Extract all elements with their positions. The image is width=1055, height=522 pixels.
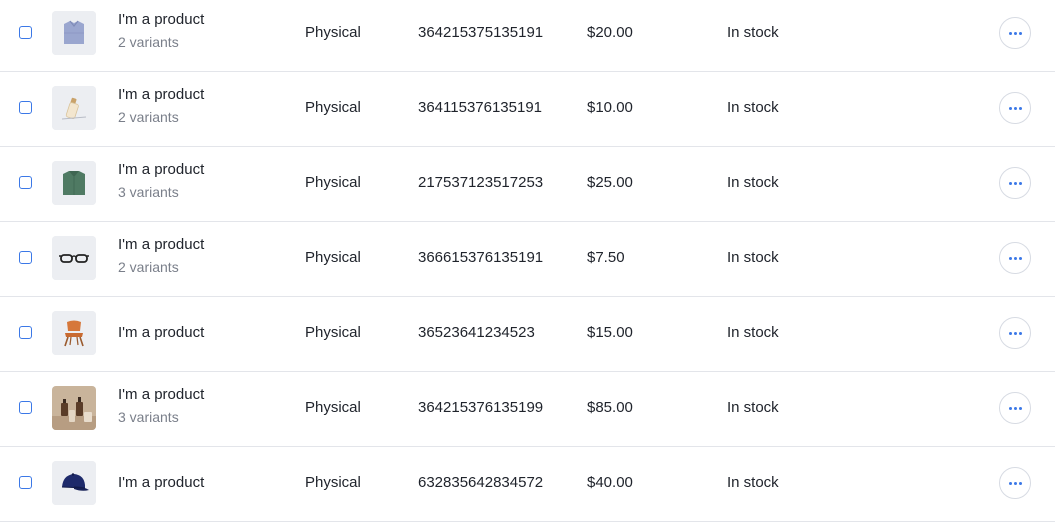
table-row[interactable]: I'm a product 3 variants Physical 217537…: [0, 147, 1055, 222]
product-sku: 364215376135199: [418, 399, 544, 416]
row-checkbox[interactable]: [19, 101, 32, 114]
row-checkbox[interactable]: [19, 251, 32, 264]
more-actions-button[interactable]: [999, 467, 1031, 499]
product-variants: 2 variants: [118, 109, 179, 125]
product-name[interactable]: I'm a product: [118, 235, 204, 255]
product-stock: In stock: [727, 24, 779, 41]
product-name-block: I'm a product 3 variants: [118, 160, 204, 202]
product-price: $7.50: [587, 249, 625, 266]
product-name[interactable]: I'm a product: [118, 385, 204, 405]
product-stock: In stock: [727, 324, 779, 341]
product-thumbnail[interactable]: [52, 161, 96, 205]
folded-shirt-image: [52, 11, 96, 55]
row-checkbox[interactable]: [19, 26, 32, 39]
more-actions-button[interactable]: [999, 242, 1031, 274]
product-type: Physical: [305, 324, 361, 341]
product-price: $10.00: [587, 99, 633, 116]
product-name[interactable]: I'm a product: [118, 10, 204, 30]
product-type: Physical: [305, 24, 361, 41]
product-sku: 36523641234523: [418, 324, 535, 341]
row-checkbox[interactable]: [19, 326, 32, 339]
table-row[interactable]: I'm a product 2 variants Physical 366615…: [0, 222, 1055, 297]
product-thumbnail[interactable]: [52, 311, 96, 355]
product-sku: 366615376135191: [418, 249, 544, 266]
row-checkbox[interactable]: [19, 476, 32, 489]
table-row[interactable]: I'm a product Physical 36523641234523 $1…: [0, 297, 1055, 372]
more-horizontal-icon: [1008, 256, 1022, 260]
more-horizontal-icon: [1008, 31, 1022, 35]
product-name[interactable]: I'm a product: [118, 85, 204, 105]
chair-image: [52, 311, 96, 355]
product-price: $40.00: [587, 474, 633, 491]
product-price: $25.00: [587, 174, 633, 191]
more-actions-button[interactable]: [999, 92, 1031, 124]
product-name[interactable]: I'm a product: [118, 160, 204, 180]
product-variants: 3 variants: [118, 184, 179, 200]
product-type: Physical: [305, 399, 361, 416]
product-variants: 2 variants: [118, 34, 179, 50]
product-price: $85.00: [587, 399, 633, 416]
more-horizontal-icon: [1008, 481, 1022, 485]
table-row[interactable]: I'm a product 2 variants Physical 364115…: [0, 72, 1055, 147]
product-sku: 217537123517253: [418, 174, 544, 191]
product-variants: 2 variants: [118, 259, 179, 275]
row-checkbox[interactable]: [19, 176, 32, 189]
more-actions-button[interactable]: [999, 17, 1031, 49]
product-name-block: I'm a product 3 variants: [118, 385, 204, 427]
product-price: $20.00: [587, 24, 633, 41]
product-name-block: I'm a product 2 variants: [118, 235, 204, 277]
product-stock: In stock: [727, 99, 779, 116]
product-name-block: I'm a product: [118, 473, 204, 493]
product-stock: In stock: [727, 399, 779, 416]
product-stock: In stock: [727, 249, 779, 266]
products-table: I'm a product 2 variants Physical 364215…: [0, 0, 1055, 522]
product-thumbnail[interactable]: [52, 386, 96, 430]
glasses-image: [52, 236, 96, 280]
more-horizontal-icon: [1008, 406, 1022, 410]
product-type: Physical: [305, 174, 361, 191]
table-row[interactable]: I'm a product Physical 632835642834572 $…: [0, 447, 1055, 522]
product-name-block: I'm a product 2 variants: [118, 10, 204, 52]
green-sweater-image: [52, 161, 96, 205]
product-name[interactable]: I'm a product: [118, 323, 204, 343]
product-price: $15.00: [587, 324, 633, 341]
product-sku: 364115376135191: [418, 99, 543, 116]
product-stock: In stock: [727, 474, 779, 491]
product-name-block: I'm a product: [118, 323, 204, 343]
row-checkbox[interactable]: [19, 401, 32, 414]
product-thumbnail[interactable]: [52, 86, 96, 130]
table-row[interactable]: I'm a product 2 variants Physical 364215…: [0, 0, 1055, 72]
table-row[interactable]: I'm a product 3 variants Physical 364215…: [0, 372, 1055, 447]
product-sku: 364215375135191: [418, 24, 544, 41]
more-horizontal-icon: [1008, 181, 1022, 185]
product-type: Physical: [305, 99, 361, 116]
product-name-block: I'm a product 2 variants: [118, 85, 204, 127]
product-type: Physical: [305, 474, 361, 491]
product-name[interactable]: I'm a product: [118, 473, 204, 493]
product-stock: In stock: [727, 174, 779, 191]
product-thumbnail[interactable]: [52, 461, 96, 505]
product-sku: 632835642834572: [418, 474, 544, 491]
more-actions-button[interactable]: [999, 317, 1031, 349]
product-variants: 3 variants: [118, 409, 179, 425]
more-actions-button[interactable]: [999, 392, 1031, 424]
bottle-image: [52, 86, 96, 130]
cosmetics-image: [52, 386, 96, 430]
cap-image: [52, 461, 96, 505]
product-type: Physical: [305, 249, 361, 266]
product-thumbnail[interactable]: [52, 236, 96, 280]
product-thumbnail[interactable]: [52, 11, 96, 55]
more-horizontal-icon: [1008, 106, 1022, 110]
more-horizontal-icon: [1008, 331, 1022, 335]
more-actions-button[interactable]: [999, 167, 1031, 199]
